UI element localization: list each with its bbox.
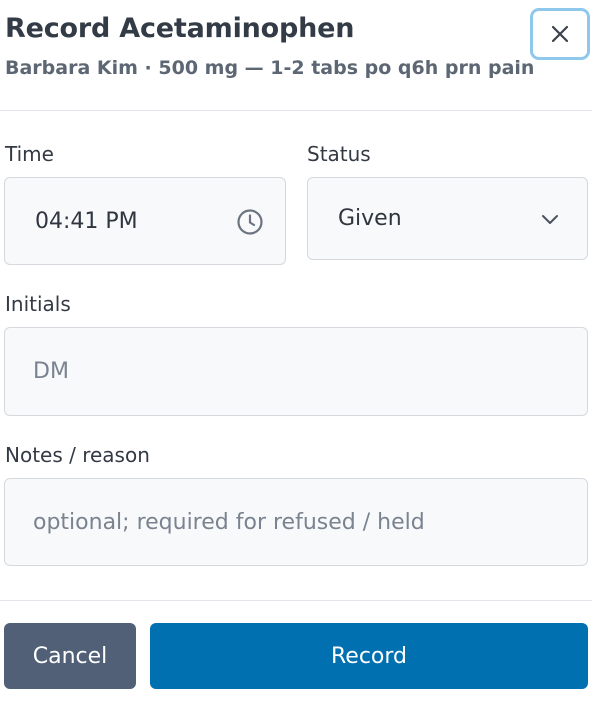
time-value: 04:41 PM bbox=[35, 208, 138, 234]
dialog-subtitle: Barbara Kim · 500 mg — 1-2 tabs po q6h p… bbox=[5, 57, 535, 79]
notes-input[interactable]: optional; required for refused / held bbox=[4, 478, 588, 566]
record-button[interactable]: Record bbox=[150, 623, 588, 689]
cancel-button[interactable]: Cancel bbox=[4, 623, 136, 689]
close-button[interactable] bbox=[530, 8, 590, 60]
status-value: Given bbox=[338, 206, 402, 231]
status-label: Status bbox=[307, 142, 371, 166]
dialog-header: Record Acetaminophen Barbara Kim · 500 m… bbox=[0, 0, 592, 111]
status-select[interactable]: Given bbox=[307, 177, 588, 260]
chevron-down-icon bbox=[540, 211, 560, 227]
notes-label: Notes / reason bbox=[5, 443, 150, 467]
footer-divider bbox=[0, 600, 592, 601]
close-icon bbox=[551, 25, 569, 43]
initials-label: Initials bbox=[5, 292, 71, 316]
clock-icon[interactable] bbox=[236, 208, 264, 236]
initials-input[interactable]: DM bbox=[4, 327, 588, 416]
initials-placeholder: DM bbox=[33, 359, 69, 384]
time-label: Time bbox=[5, 142, 54, 166]
notes-placeholder: optional; required for refused / held bbox=[33, 509, 425, 535]
dialog-title: Record Acetaminophen bbox=[5, 13, 355, 44]
record-dose-dialog: Record Acetaminophen Barbara Kim · 500 m… bbox=[0, 0, 592, 724]
time-input[interactable]: 04:41 PM bbox=[4, 177, 286, 265]
